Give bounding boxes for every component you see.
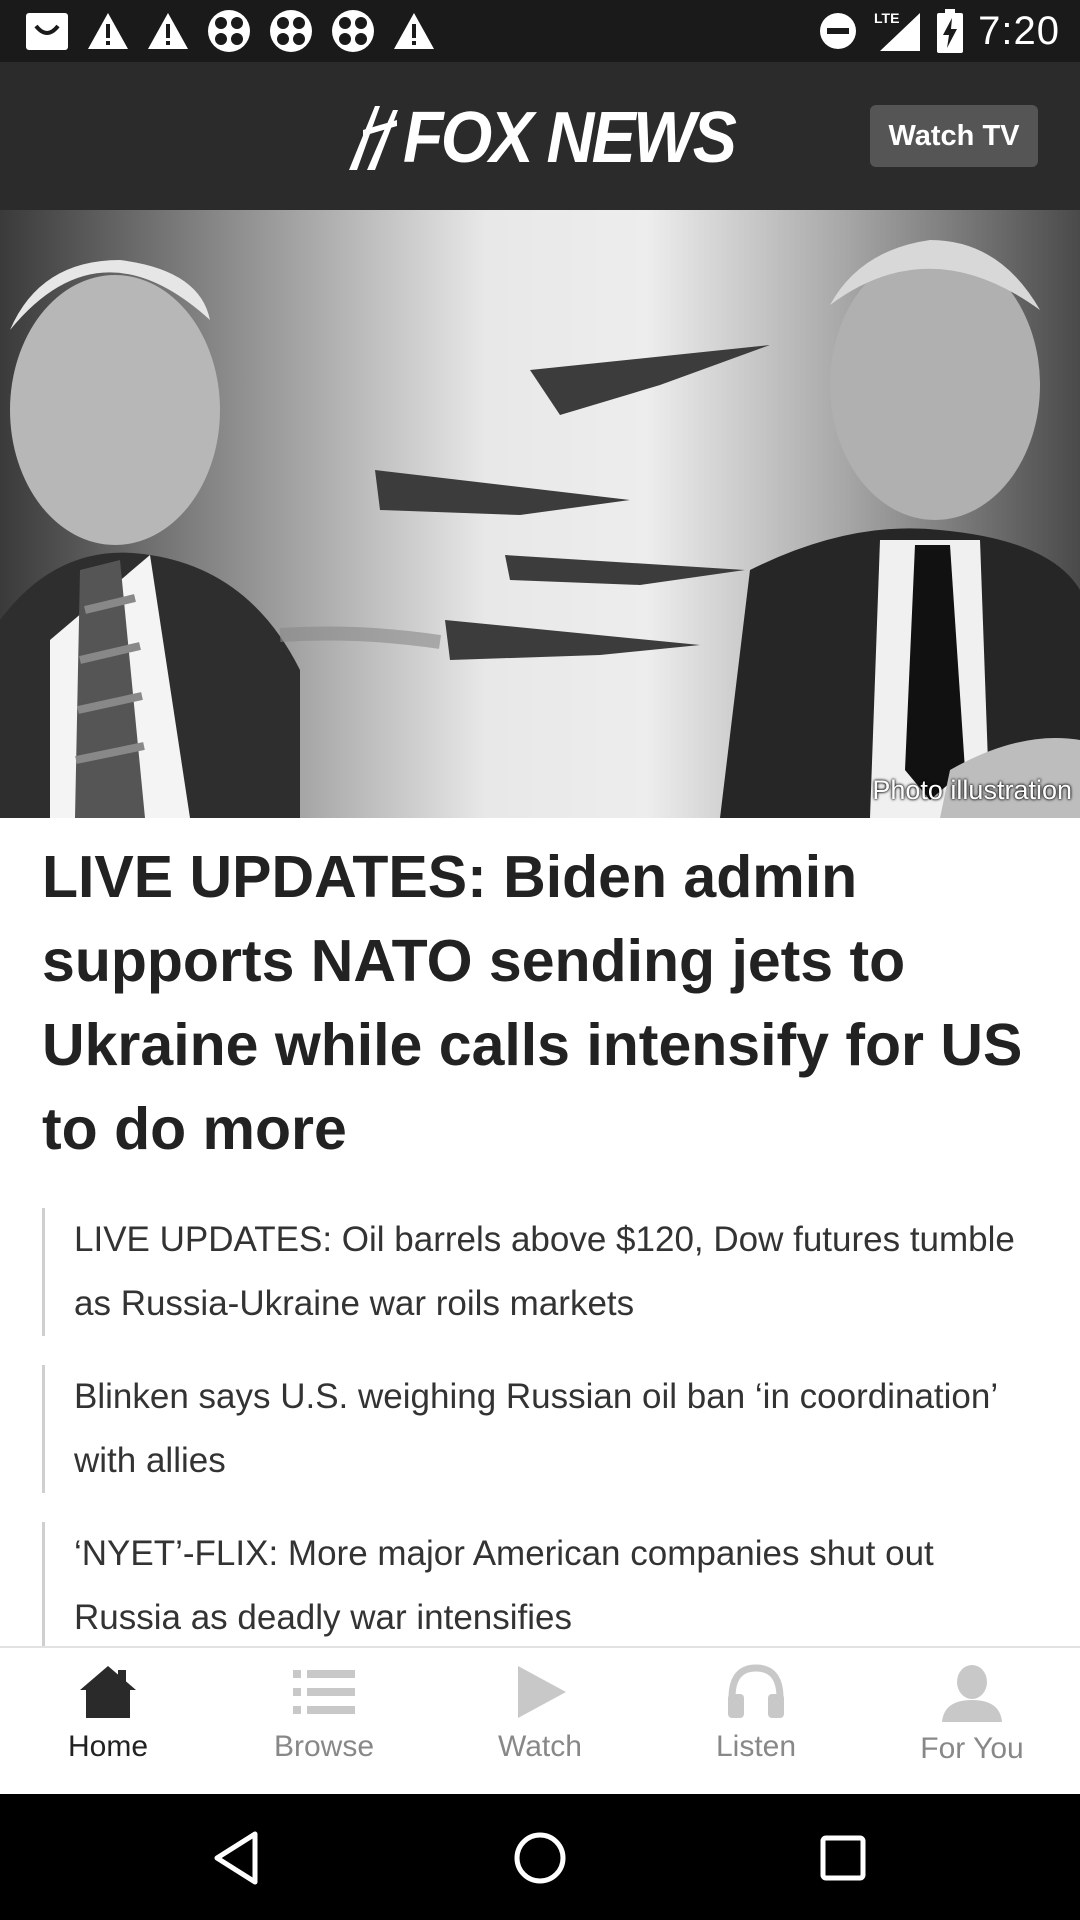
related-story[interactable]: Blinken says U.S. weighing Russian oil b… bbox=[42, 1365, 1042, 1493]
related-story[interactable]: ‘NYET’-FLIX: More major American compani… bbox=[42, 1522, 1042, 1650]
do-not-disturb-icon bbox=[820, 13, 857, 49]
back-icon[interactable] bbox=[205, 1826, 269, 1890]
related-story[interactable]: LIVE UPDATES: Oil barrels above $120, Do… bbox=[42, 1208, 1042, 1336]
tab-watch[interactable]: Watch bbox=[432, 1648, 648, 1794]
recents-icon[interactable] bbox=[811, 1826, 875, 1890]
system-status: LTE 7:20 bbox=[818, 8, 1060, 54]
photo-caption: Photo illustration bbox=[872, 775, 1072, 805]
tab-listen[interactable]: Listen bbox=[648, 1648, 864, 1794]
fan-icon bbox=[270, 10, 312, 52]
tab-home[interactable]: Home bbox=[0, 1648, 216, 1794]
logo-text: FOX NEWS bbox=[403, 98, 737, 178]
network-type: LTE bbox=[874, 10, 899, 26]
warning-icon bbox=[88, 13, 128, 49]
person-icon bbox=[942, 1665, 1002, 1722]
main-headline[interactable]: LIVE UPDATES: Biden admin supports NATO … bbox=[42, 835, 1052, 1171]
status-bar: LTE 7:20 bbox=[0, 0, 1080, 62]
tab-label: Watch bbox=[498, 1730, 582, 1763]
signal-icon: LTE bbox=[874, 10, 921, 51]
tab-label: For You bbox=[920, 1732, 1024, 1765]
battery-charging-icon bbox=[937, 9, 964, 53]
fan-icon bbox=[208, 10, 250, 52]
warning-icon bbox=[394, 13, 434, 49]
tab-label: Home bbox=[67, 1730, 149, 1763]
tab-for-you[interactable]: For You bbox=[864, 1648, 1080, 1794]
tab-browse[interactable]: Browse bbox=[216, 1648, 432, 1794]
tab-label: Browse bbox=[273, 1730, 375, 1763]
fan-icon bbox=[332, 10, 374, 52]
app-notification-icon bbox=[26, 13, 68, 50]
play-icon bbox=[518, 1666, 566, 1718]
tab-label: Listen bbox=[715, 1730, 797, 1763]
hero-illustration bbox=[0, 210, 1080, 818]
home-icon bbox=[80, 1666, 136, 1718]
app-header: FOX NEWS Watch TV bbox=[0, 62, 1080, 210]
notification-icons bbox=[24, 10, 436, 52]
warning-icon bbox=[148, 13, 188, 49]
home-circle-icon[interactable] bbox=[508, 1826, 572, 1890]
logo-searchlight-icon bbox=[349, 106, 398, 170]
fox-news-logo[interactable]: FOX NEWS bbox=[345, 97, 763, 179]
list-icon bbox=[293, 1670, 355, 1714]
system-nav-bar bbox=[0, 1794, 1080, 1920]
clock: 7:20 bbox=[978, 8, 1060, 53]
watch-tv-button[interactable]: Watch TV bbox=[870, 105, 1038, 167]
hero-image[interactable]: Photo illustration bbox=[0, 210, 1080, 818]
headphones-icon bbox=[728, 1664, 784, 1718]
bottom-tab-bar: Home Browse Watch Listen For You bbox=[0, 1646, 1080, 1794]
